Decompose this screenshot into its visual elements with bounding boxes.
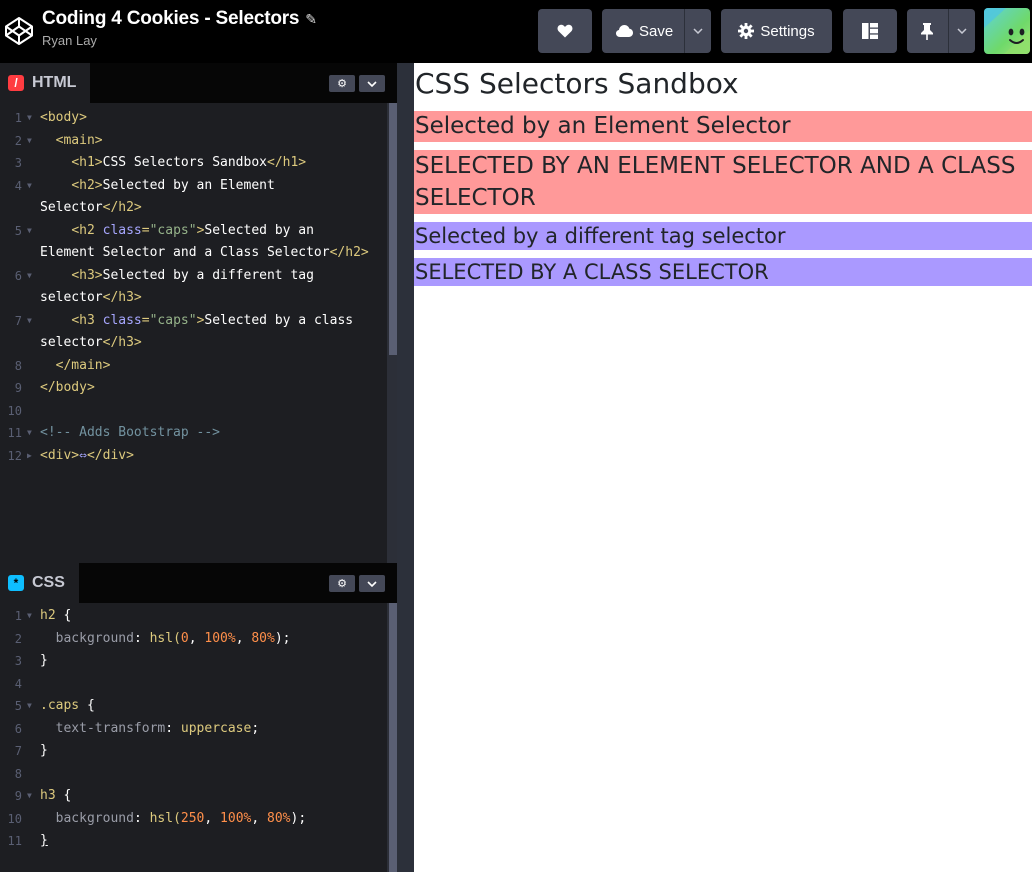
css-scrollbar-thumb[interactable] — [389, 603, 397, 872]
layout-icon — [862, 23, 878, 39]
fold-toggle-icon[interactable]: ▼ — [27, 422, 32, 445]
fold-toggle-icon[interactable]: ▼ — [27, 695, 32, 718]
code-line: 3} — [14, 653, 48, 668]
html-slash-icon: / — [8, 75, 24, 91]
pencil-icon[interactable]: ✎ — [305, 11, 317, 28]
code-line: 5 ▼ <h2 class="caps">Selected by an Eleme… — [0, 220, 386, 265]
pin-options-chevron-icon[interactable] — [948, 9, 975, 53]
code-line: 7 ▼ <h3 class="caps">Selected by a class … — [0, 310, 386, 355]
html-collapse-chevron-icon[interactable] — [359, 75, 385, 92]
fold-toggle-icon[interactable]: ▼ — [27, 310, 32, 333]
html-pane-header: / HTML ⚙ — [0, 63, 397, 103]
code-line: 11 ▼ <!-- Adds Bootstrap --> — [0, 422, 386, 445]
avatar-face-icon — [984, 8, 1030, 54]
fold-toggle-icon[interactable]: ▼ — [27, 605, 32, 628]
code-line: 5 ▼ .caps { — [0, 695, 386, 718]
html-editor-pane: / HTML ⚙ 1 ▼ <body> 2 ▼ <main> 3 <h1>CSS Se… — [0, 63, 397, 563]
preview-h2-element-selector: Selected by an Element Selector — [414, 111, 1032, 142]
fold-toggle-icon[interactable]: ▶ — [27, 445, 32, 468]
cloud-icon — [616, 25, 633, 37]
codepen-logo-icon[interactable] — [4, 16, 34, 46]
fold-toggle-icon[interactable]: ▼ — [27, 220, 32, 243]
preview-h2-class-selector: Selected by an Element Selector and a Cl… — [414, 150, 1032, 214]
fold-toggle-icon[interactable]: ▼ — [27, 130, 32, 153]
code-line: 2 background: hsl(0, 100%, 80%); — [14, 630, 291, 646]
html-pane-tools: ⚙ — [329, 75, 385, 92]
fold-toggle-icon[interactable]: ▼ — [27, 265, 32, 288]
pen-title-text[interactable]: Coding 4 Cookies - Selectors — [42, 8, 299, 30]
code-line: 6 text-transform: uppercase; — [14, 720, 260, 736]
user-avatar[interactable] — [984, 8, 1030, 54]
result-preview: CSS Selectors Sandbox Selected by an Ele… — [414, 63, 1032, 872]
code-line: 4 ▼ <h2>Selected by an Element Selector</… — [0, 175, 386, 220]
code-line: 2 ▼ <main> — [0, 130, 386, 153]
fold-toggle-icon[interactable]: ▼ — [27, 175, 32, 198]
css-scrollbar[interactable] — [387, 603, 397, 872]
pin-button[interactable] — [907, 9, 975, 53]
code-line: 10 — [7, 403, 22, 418]
code-line: 3 <h1>CSS Selectors Sandbox</h1> — [14, 155, 307, 170]
pen-author[interactable]: Ryan Lay — [42, 33, 317, 48]
folded-code-marker[interactable]: ⇔ — [79, 448, 87, 463]
code-line: 4 — [14, 676, 22, 691]
pane-resize-divider[interactable] — [397, 63, 414, 872]
css-pane-header: * CSS ⚙ — [0, 563, 397, 603]
save-options-chevron-icon[interactable] — [684, 9, 711, 53]
tab-html-label: HTML — [32, 74, 77, 91]
code-line: 8 — [14, 766, 22, 781]
css-settings-gear-icon[interactable]: ⚙ — [329, 575, 355, 592]
code-line: 1 ▼ <body> — [0, 107, 386, 130]
code-line: 11} — [7, 833, 48, 848]
save-button[interactable]: Save — [602, 9, 711, 53]
css-asterisk-icon: * — [8, 575, 24, 591]
save-button-label: Save — [639, 22, 674, 40]
pen-title[interactable]: Coding 4 Cookies - Selectors ✎ — [42, 8, 317, 30]
css-editor-pane: * CSS ⚙ 1 ▼ h2 { 2 background: hsl(0, 100%… — [0, 563, 397, 872]
css-pane-tools: ⚙ — [329, 575, 385, 592]
html-code-editor[interactable]: 1 ▼ <body> 2 ▼ <main> 3 <h1>CSS Selectors S… — [0, 103, 386, 467]
html-scrollbar-thumb[interactable] — [389, 103, 397, 355]
preview-h3-tag-selector: Selected by a different tag selector — [414, 222, 1032, 250]
love-button[interactable] — [538, 9, 592, 53]
gear-icon — [738, 23, 755, 39]
tab-css-label: CSS — [32, 574, 65, 591]
pen-title-block: Coding 4 Cookies - Selectors ✎ Ryan Lay — [42, 8, 317, 48]
tab-html[interactable]: / HTML — [0, 63, 91, 103]
css-collapse-chevron-icon[interactable] — [359, 575, 385, 592]
code-line: 1 ▼ h2 { — [0, 605, 386, 628]
settings-button-label: Settings — [760, 22, 815, 40]
code-line: 9 </body> — [14, 380, 95, 395]
app-header: Coding 4 Cookies - Selectors ✎ Ryan Lay … — [0, 0, 1032, 63]
html-scrollbar[interactable] — [387, 103, 397, 563]
heart-icon — [557, 24, 573, 38]
code-line: 7} — [14, 743, 48, 758]
code-line: 8 </main> — [14, 357, 111, 373]
css-code-editor[interactable]: 1 ▼ h2 { 2 background: hsl(0, 100%, 80%); … — [0, 603, 386, 853]
code-line: 12 ▶ <div>⇔</div> — [0, 445, 386, 468]
preview-h1: CSS Selectors Sandbox — [415, 67, 739, 100]
tab-css[interactable]: * CSS — [0, 563, 79, 603]
preview-h3-class-selector: Selected by a class selector — [414, 258, 1032, 286]
html-settings-gear-icon[interactable]: ⚙ — [329, 75, 355, 92]
settings-button[interactable]: Settings — [721, 9, 832, 53]
code-line: 9 ▼ h3 { — [0, 785, 386, 808]
fold-toggle-icon[interactable]: ▼ — [27, 785, 32, 808]
change-view-button[interactable] — [843, 9, 897, 53]
code-line: 10 background: hsl(250, 100%, 80%); — [7, 810, 307, 826]
pin-icon — [921, 22, 933, 40]
code-line: 6 ▼ <h3>Selected by a different tag selec… — [0, 265, 386, 310]
fold-toggle-icon[interactable]: ▼ — [27, 107, 32, 130]
